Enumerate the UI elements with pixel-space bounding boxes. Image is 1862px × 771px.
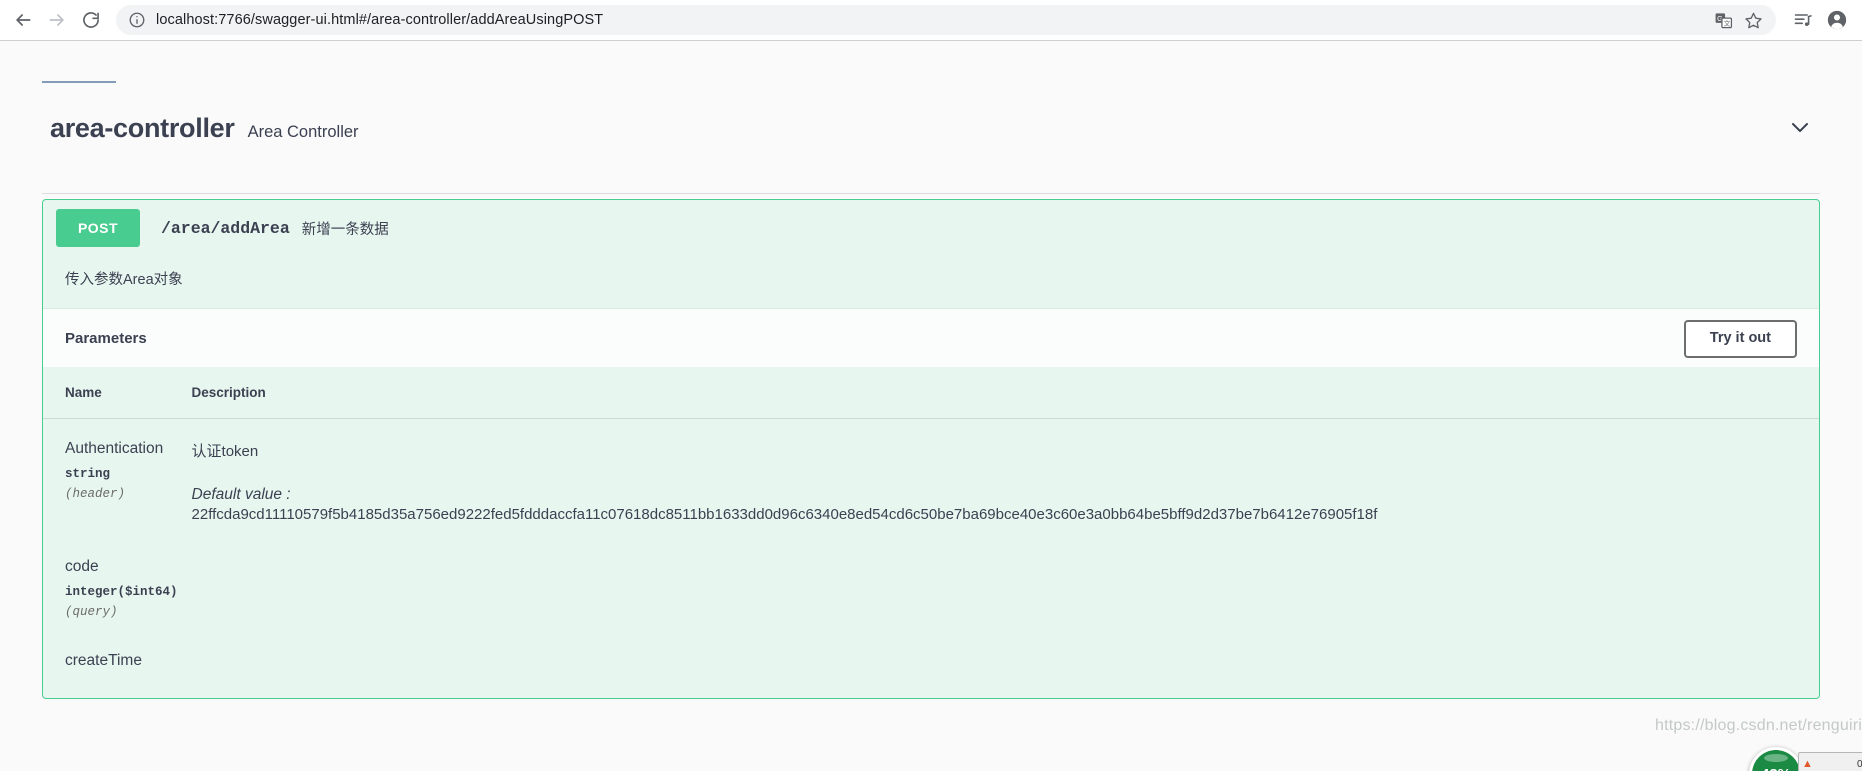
parameter-type: integer($int64) (65, 584, 178, 599)
operation-body: Parameters Try it out Name Description A… (43, 308, 1819, 683)
browser-toolbar: localhost:7766/swagger-ui.html#/area-con… (0, 0, 1862, 41)
parameter-name: code (65, 557, 99, 575)
parameter-type: string (65, 467, 111, 482)
operation-summary-row[interactable]: POST /area/addArea 新增一条数据 (43, 200, 1819, 256)
operation-block-post-addarea: POST /area/addArea 新增一条数据 传入参数Area对象 Par… (42, 199, 1820, 699)
tag-divider (42, 193, 1820, 194)
parameter-description: 认证token (191, 443, 259, 460)
star-icon[interactable] (1740, 7, 1766, 33)
parameter-location: (header) (65, 487, 126, 502)
parameters-title: Parameters (65, 329, 147, 347)
table-row: Authentication string (header) 认证token D… (43, 418, 1819, 537)
network-upload-value: 0K/ (1856, 759, 1862, 770)
download-speed-badge[interactable]: 43% (1749, 747, 1803, 771)
parameter-name: Authentication (65, 440, 164, 457)
parameters-table-header-row: Name Description (43, 367, 1819, 419)
arrow-left-icon (16, 14, 31, 26)
parameter-location: (query) (65, 604, 118, 619)
speed-badge-percent: 43% (1761, 766, 1791, 771)
arrow-right-icon (49, 14, 64, 26)
operation-summary-text: 新增一条数据 (301, 221, 389, 238)
url-text: localhost:7766/swagger-ui.html#/area-con… (156, 12, 604, 28)
operation-path: /area/addArea (161, 218, 290, 238)
network-upload-row: ▲ 0K/ (1802, 755, 1862, 771)
svg-text:文: 文 (1723, 18, 1730, 27)
site-info-icon[interactable] (128, 11, 146, 29)
http-method-badge: POST (56, 209, 140, 247)
reload-icon (83, 12, 99, 28)
try-it-out-button[interactable]: Try it out (1683, 320, 1797, 358)
parameters-header: Parameters Try it out (43, 309, 1819, 367)
chevron-down-icon[interactable] (1788, 115, 1812, 139)
forward-button[interactable] (40, 3, 74, 37)
arrow-up-icon: ▲ (1802, 758, 1813, 770)
parameter-default-value: 22ffcda9cd11110579f5b4185d35a756ed9222fe… (191, 505, 1378, 523)
account-avatar-icon[interactable] (1820, 3, 1854, 37)
reload-button[interactable] (74, 3, 108, 37)
back-button[interactable] (6, 3, 40, 37)
column-header-name: Name (43, 367, 178, 419)
network-speed-panel[interactable]: ▲ 0K/ ▼ 7.4K/ (1798, 752, 1862, 771)
translate-icon[interactable]: G 文 (1710, 7, 1736, 33)
address-bar[interactable]: localhost:7766/swagger-ui.html#/area-con… (116, 5, 1776, 35)
tag-section-header[interactable]: area-controller Area Controller (50, 113, 1812, 144)
table-row: createTime (43, 630, 1819, 683)
parameter-default-label: Default value : (191, 485, 291, 503)
operation-description: 传入参数Area对象 (43, 256, 1819, 308)
table-row: code integer($int64) (query) (43, 536, 1819, 631)
parameters-table: Name Description Authentication string (… (43, 367, 1819, 683)
parameter-name: createTime (65, 651, 142, 669)
swagger-ui-page: area-controller Area Controller POST /ar… (0, 41, 1862, 771)
link-remnant-above-fold[interactable] (42, 74, 116, 83)
blog-watermark: https://blog.csdn.net/renguiriyue (1655, 717, 1862, 734)
media-playlist-icon[interactable] (1786, 3, 1820, 37)
tag-description: Area Controller (247, 123, 359, 141)
column-header-description: Description (177, 367, 1819, 419)
tag-name: area-controller (50, 113, 235, 143)
